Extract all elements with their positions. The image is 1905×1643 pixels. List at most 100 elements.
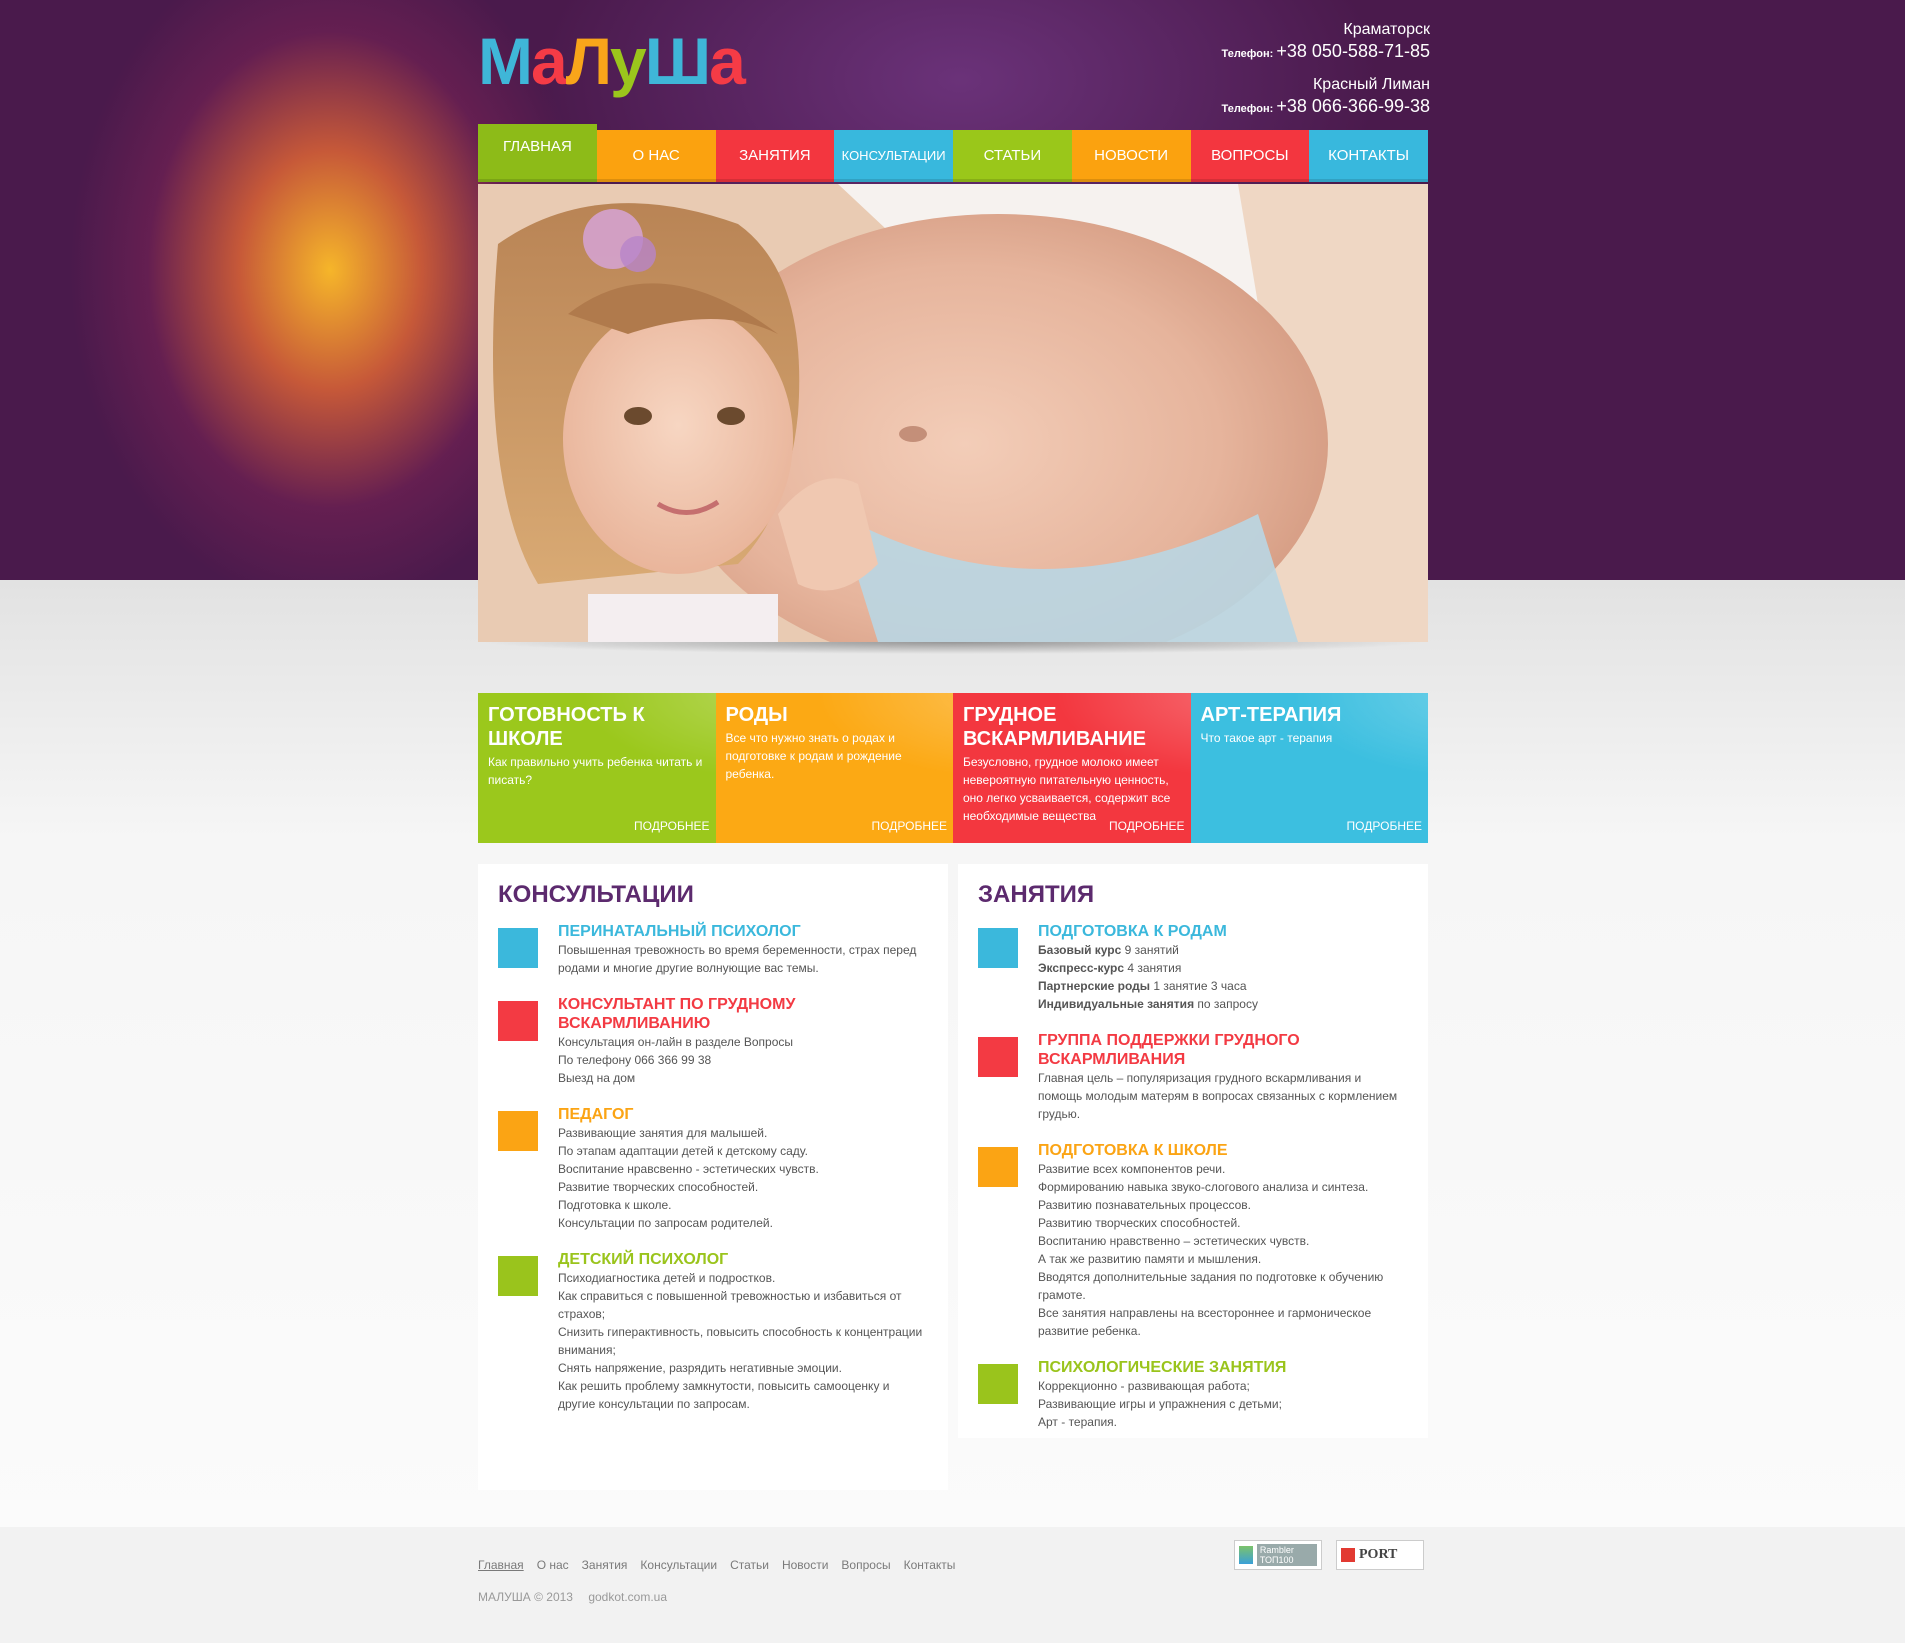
feature-more-link[interactable]: ПОДРОБНЕЕ <box>1109 819 1184 833</box>
hero-photo-illustration <box>478 184 1428 642</box>
feature-more-link[interactable]: ПОДРОБНЕЕ <box>872 819 947 833</box>
service-title[interactable]: ПЕРИНАТАЛЬНЫЙ ПСИХОЛОГ <box>558 922 928 941</box>
feature-tile[interactable]: ГРУДНОЕ ВСКАРМЛИВАНИЕ Безусловно, грудное… <box>953 693 1191 843</box>
detail-label: Базовый курс <box>1038 943 1122 957</box>
service-detail: Развитию творческих способностей. <box>1038 1216 1241 1230</box>
footer-background <box>0 1527 1905 1643</box>
footer-link[interactable]: Главная <box>478 1558 524 1572</box>
classes-heading: ЗАНЯТИЯ <box>978 881 1095 908</box>
service-detail: Как решить проблему замкнутости, повысит… <box>558 1379 890 1411</box>
contact-block-kramatorsk: Краматорск Телефон: +38 050-588-71-85 <box>1170 20 1430 65</box>
nav-item[interactable]: ВОПРОСЫ <box>1190 130 1310 182</box>
service-detail: Формированию навыка звуко-слогового анал… <box>1038 1180 1369 1194</box>
footer-link[interactable]: Статьи <box>730 1558 769 1572</box>
detail-value: 1 занятие 3 часа <box>1150 979 1247 993</box>
phone-number[interactable]: +38 066-366-99-38 <box>1276 96 1430 116</box>
service-detail: Базовый курс 9 занятий <box>1038 941 1408 959</box>
service-detail: Воспитание нравсвенно - эстетических чув… <box>558 1162 819 1176</box>
port-logo-icon <box>1341 1548 1355 1562</box>
color-square-icon <box>978 1147 1018 1187</box>
service-title[interactable]: ГРУППА ПОДДЕРЖКИ ГРУДНОГО ВСКАРМЛИВАНИЯ <box>1038 1031 1408 1069</box>
feature-more-link[interactable]: ПОДРОБНЕЕ <box>1347 819 1422 833</box>
feature-description: Что такое арт - терапия <box>1200 731 1333 745</box>
service-detail: Главная цель – популяризация грудного вс… <box>1038 1071 1398 1121</box>
footer-site-link[interactable]: godkot.com.ua <box>588 1590 667 1604</box>
service-detail: Воспитанию нравственно – эстетических чу… <box>1038 1234 1310 1248</box>
consultations-list: ПЕРИНАТАЛЬНЫЙ ПСИХОЛОГ Повышенная тревожн… <box>498 922 928 1413</box>
footer-copyright: МАЛУША © 2013 godkot.com.ua <box>478 1590 679 1604</box>
logo-letter: у <box>610 24 647 98</box>
nav-item[interactable]: О НАС <box>596 130 716 182</box>
site-logo[interactable]: МаЛуШа <box>478 22 746 100</box>
color-square-icon <box>498 928 538 968</box>
nav-item[interactable]: КОНСУЛЬТАЦИИ <box>834 130 953 182</box>
service-detail: Развитие всех компонентов речи. <box>1038 1162 1226 1176</box>
footer-link[interactable]: Контакты <box>904 1558 956 1572</box>
service-title[interactable]: ПОДГОТОВКА К ШКОЛЕ <box>1038 1141 1408 1160</box>
feature-description: Безусловно, грудное молоко имеет невероя… <box>963 755 1171 823</box>
nav-item[interactable]: ЗАНЯТИЯ <box>715 130 835 182</box>
contact-city: Красный Лиман <box>1312 76 1430 93</box>
service-title[interactable]: ПСИХОЛОГИЧЕСКИЕ ЗАНЯТИЯ <box>1038 1358 1408 1377</box>
service-detail: Коррекционно - развивающая работа; <box>1038 1379 1250 1393</box>
service-detail: Экспресс-курс 4 занятия <box>1038 959 1408 977</box>
service-title[interactable]: ПОДГОТОВКА К РОДАМ <box>1038 922 1408 941</box>
service-detail: Развивающие занятия для малышей. <box>558 1126 768 1140</box>
service-detail: Индивидуальные занятия по запросу <box>1038 995 1408 1013</box>
consultations-panel: КОНСУЛЬТАЦИИ ПЕРИНАТАЛЬНЫЙ ПСИХОЛОГ Повыш… <box>478 864 948 1490</box>
nav-item[interactable]: КОНТАКТЫ <box>1309 130 1428 182</box>
footer-link[interactable]: О нас <box>537 1558 569 1572</box>
service-entry-body: ПОДГОТОВКА К РОДАМ Базовый курс 9 занятий… <box>1038 922 1408 1013</box>
feature-tile[interactable]: РОДЫ Все что нужно знать о родах и подгот… <box>716 693 954 843</box>
copyright-text: МАЛУША © 2013 <box>478 1590 573 1604</box>
service-entry: ПОДГОТОВКА К ШКОЛЕ Развитие всех компонен… <box>978 1141 1408 1340</box>
color-square-icon <box>978 1364 1018 1404</box>
color-square-icon <box>498 1256 538 1296</box>
color-square-icon <box>978 1037 1018 1077</box>
service-detail: Развивающие игры и упражнения с детьми; <box>1038 1397 1282 1411</box>
service-detail: Вводятся дополнительные задания по подго… <box>1038 1270 1384 1302</box>
service-title[interactable]: КОНСУЛЬТАНТ ПО ГРУДНОМУ ВСКАРМЛИВАНИЮ <box>558 995 928 1033</box>
logo-letter: а <box>709 24 746 98</box>
footer-link[interactable]: Новости <box>782 1558 828 1572</box>
service-detail: По телефону 066 366 99 38 <box>558 1053 712 1067</box>
detail-label: Партнерские роды <box>1038 979 1151 993</box>
service-entry-body: КОНСУЛЬТАНТ ПО ГРУДНОМУ ВСКАРМЛИВАНИЮ Кон… <box>558 995 928 1087</box>
feature-tile[interactable]: АРТ-ТЕРАПИЯ Что такое арт - терапия ПОДРОБ… <box>1191 693 1429 843</box>
service-detail: Партнерские роды 1 занятие 3 часа <box>1038 977 1408 995</box>
rambler-top100-badge[interactable]: Rambler ТОП100 <box>1234 1540 1322 1570</box>
phone-number[interactable]: +38 050-588-71-85 <box>1276 41 1430 61</box>
service-detail: Подготовка к школе. <box>558 1198 672 1212</box>
service-detail: Повышенная тревожность во время беременн… <box>558 943 917 975</box>
port-badge[interactable]: PORT <box>1336 1540 1424 1570</box>
color-square-icon <box>498 1001 538 1041</box>
nav-item[interactable]: ГЛАВНАЯ <box>478 124 597 182</box>
service-title[interactable]: ПЕДАГОГ <box>558 1105 928 1124</box>
footer-link[interactable]: Вопросы <box>841 1558 890 1572</box>
logo-letter: а <box>530 24 568 98</box>
logo-letter: М <box>478 24 533 98</box>
feature-more-link[interactable]: ПОДРОБНЕЕ <box>634 819 709 833</box>
service-detail: Психодиагностика детей и подростков. <box>558 1271 776 1285</box>
color-square-icon <box>978 928 1018 968</box>
detail-label: Индивидуальные занятия <box>1038 997 1195 1011</box>
phone-label: Телефон: <box>1221 103 1274 115</box>
nav-item[interactable]: НОВОСТИ <box>1071 130 1191 182</box>
service-entry-body: ДЕТСКИЙ ПСИХОЛОГ Психодиагностика детей и… <box>558 1250 928 1413</box>
service-detail: Консультации по запросам родителей. <box>558 1216 773 1230</box>
service-detail: А так же развитию памяти и мышления. <box>1038 1252 1262 1266</box>
consultations-heading: КОНСУЛЬТАЦИИ <box>498 881 694 908</box>
nav-item[interactable]: СТАТЬИ <box>953 130 1072 182</box>
footer-link[interactable]: Занятия <box>582 1558 628 1572</box>
service-entry: ПСИХОЛОГИЧЕСКИЕ ЗАНЯТИЯ Коррекционно - ра… <box>978 1358 1408 1431</box>
service-entry-body: ПОДГОТОВКА К ШКОЛЕ Развитие всех компонен… <box>1038 1141 1408 1340</box>
detail-label: Экспресс-курс <box>1038 961 1125 975</box>
footer-link[interactable]: Консультации <box>640 1558 717 1572</box>
detail-value: 9 занятий <box>1121 943 1179 957</box>
footer-navigation: Главная О нас Занятия Консультации Статьи Нов… <box>478 1558 968 1572</box>
service-title[interactable]: ДЕТСКИЙ ПСИХОЛОГ <box>558 1250 928 1269</box>
hero-image <box>478 184 1428 642</box>
feature-tile[interactable]: ГОТОВНОСТЬ К ШКОЛЕ Как правильно учить ре… <box>478 693 716 843</box>
detail-value: 4 занятия <box>1124 961 1182 975</box>
feature-description: Все что нужно знать о родах и подготовке… <box>725 731 902 781</box>
